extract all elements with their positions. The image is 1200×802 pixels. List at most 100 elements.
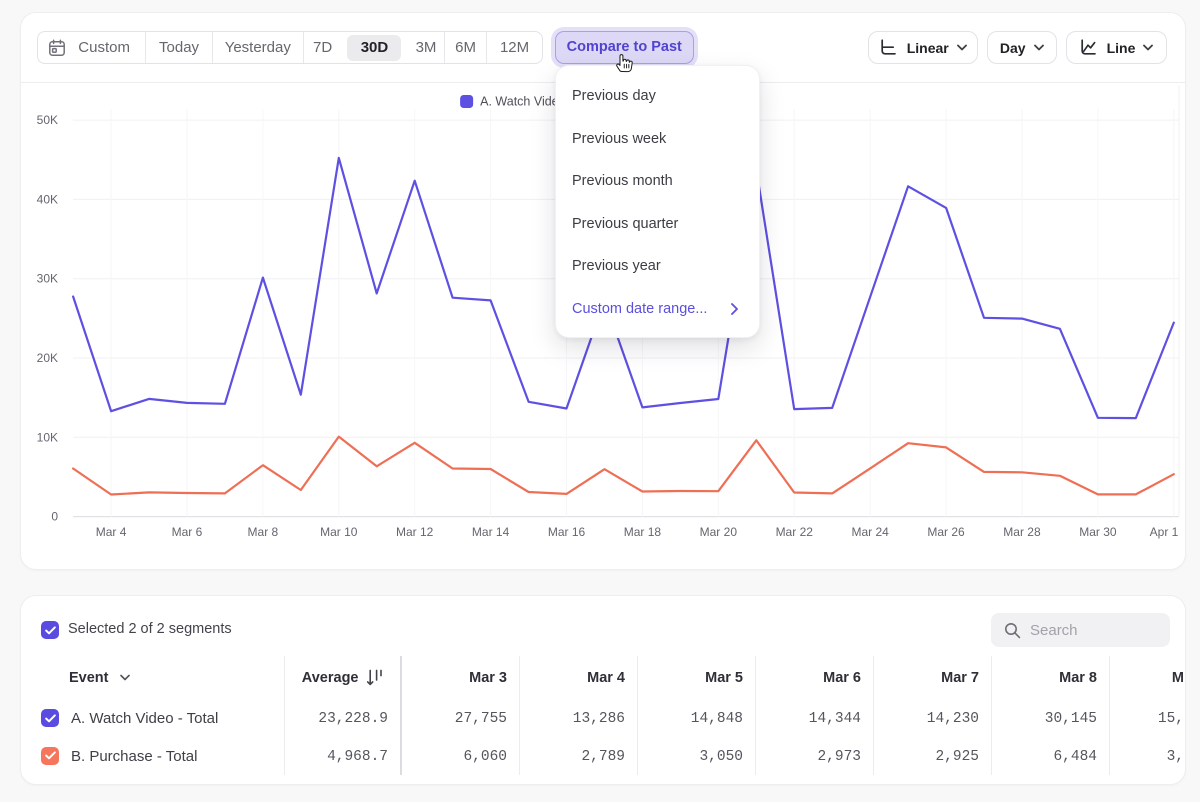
compare-to-past-button[interactable]: Compare to Past <box>555 31 694 64</box>
menu-item-previous-year[interactable]: Previous year <box>556 245 759 288</box>
scale-dropdown-button[interactable]: Linear <box>868 31 978 64</box>
menu-item-previous-quarter[interactable]: Previous quarter <box>556 203 759 246</box>
table-value-clipped: 3, <box>1084 749 1184 765</box>
table-value: 6,484 <box>997 749 1097 765</box>
chevron-down-icon <box>120 674 130 681</box>
menu-item-previous-week[interactable]: Previous week <box>556 118 759 161</box>
compare-to-past-menu: Previous dayPrevious weekPrevious monthP… <box>555 65 760 338</box>
date-range-label: 30D <box>361 39 389 56</box>
x-tick-label: Mar 16 <box>548 525 586 539</box>
x-tick-label: Mar 14 <box>472 525 510 539</box>
date-range-custom[interactable]: Custom <box>38 32 145 63</box>
compare-to-past-label: Compare to Past <box>567 39 682 55</box>
x-tick-label: Apr 1 <box>1150 525 1179 539</box>
interval-dropdown-label: Day <box>1000 40 1026 56</box>
date-range-yesterday[interactable]: Yesterday <box>212 32 303 63</box>
date-column-header: Mar 4 <box>525 670 625 686</box>
y-tick-label: 40K <box>37 192 58 206</box>
linear-scale-icon <box>879 38 898 57</box>
segment-row-label: B. Purchase - Total <box>71 748 197 765</box>
select-all-checkbox[interactable] <box>41 621 59 639</box>
event-header-label: Event <box>69 670 109 686</box>
average-column-header[interactable]: Average <box>221 669 383 687</box>
segment-row-checkbox[interactable] <box>41 709 59 727</box>
column-divider <box>991 656 992 775</box>
chevron-right-icon <box>731 303 738 315</box>
x-tick-label: Mar 6 <box>172 525 203 539</box>
table-value: 14,848 <box>643 711 743 727</box>
y-tick-label: 20K <box>37 351 58 365</box>
chart-type-dropdown-button[interactable]: Line <box>1066 31 1167 64</box>
checkmark-icon <box>45 714 56 723</box>
segment-row-checkbox[interactable] <box>41 747 59 765</box>
y-tick-label: 0 <box>51 510 58 524</box>
x-tick-label: Mar 30 <box>1079 525 1117 539</box>
column-divider <box>637 656 638 775</box>
legend-swatch <box>460 95 473 108</box>
date-range-label: 7D <box>313 39 332 56</box>
table-value: 2,925 <box>879 749 979 765</box>
date-range-label: 12M <box>500 39 529 56</box>
sort-descending-icon <box>366 669 383 687</box>
date-range-today[interactable]: Today <box>145 32 212 63</box>
checkmark-icon <box>45 751 56 760</box>
average-header-label: Average <box>302 670 359 686</box>
menu-item-previous-day[interactable]: Previous day <box>556 75 759 118</box>
table-value: 30,145 <box>997 711 1097 727</box>
table-value: 3,050 <box>643 749 743 765</box>
scale-dropdown-label: Linear <box>907 40 949 56</box>
date-range-7d[interactable]: 7D <box>303 32 342 63</box>
y-tick-label: 10K <box>37 430 58 444</box>
chevron-down-icon <box>1143 44 1153 51</box>
date-range-label: 3M <box>416 39 437 56</box>
x-tick-label: Mar 20 <box>700 525 738 539</box>
event-column-header[interactable]: Event <box>69 670 130 686</box>
column-divider <box>873 656 874 775</box>
table-value: 2,789 <box>525 749 625 765</box>
table-value: 14,344 <box>761 711 861 727</box>
menu-item-previous-month[interactable]: Previous month <box>556 160 759 203</box>
chart-type-dropdown-label: Line <box>1107 40 1136 56</box>
date-column-header: Mar 8 <box>997 670 1097 686</box>
x-tick-label: Mar 4 <box>96 525 127 539</box>
segments-table-card: Selected 2 of 2 segments Event Average Mar… <box>20 595 1186 785</box>
column-divider <box>755 656 756 775</box>
date-range-segmented-control: Custom Today Yesterday 7D 30D 3M 6M 12M <box>37 31 543 64</box>
x-tick-label: Mar 8 <box>248 525 279 539</box>
series-line-b <box>73 437 1174 495</box>
date-range-label: Custom <box>78 39 130 56</box>
date-range-label: Yesterday <box>225 39 291 56</box>
date-range-30d[interactable]: 30D <box>341 32 407 63</box>
average-value: 23,228.9 <box>248 711 388 727</box>
date-column-header: Mar 5 <box>643 670 743 686</box>
date-range-12m[interactable]: 12M <box>486 32 543 63</box>
selected-segments-summary: Selected 2 of 2 segments <box>68 621 232 637</box>
table-value: 14,230 <box>879 711 979 727</box>
table-value: 2,973 <box>761 749 861 765</box>
date-range-6m[interactable]: 6M <box>444 32 485 63</box>
y-tick-label: 30K <box>37 272 58 286</box>
y-tick-label: 50K <box>37 113 58 127</box>
custom-date-range-label: Custom date range... <box>572 301 707 317</box>
search-placeholder[interactable] <box>1030 622 1150 639</box>
search-input[interactable] <box>991 613 1170 647</box>
x-tick-label: Mar 26 <box>927 525 965 539</box>
x-tick-label: Mar 10 <box>320 525 358 539</box>
x-tick-label: Mar 22 <box>776 525 814 539</box>
date-column-header: Mar 3 <box>407 670 507 686</box>
checkmark-icon <box>45 626 56 635</box>
line-chart-icon <box>1079 38 1098 57</box>
interval-dropdown-button[interactable]: Day <box>987 31 1057 64</box>
calendar-icon <box>48 39 66 57</box>
date-range-3m[interactable]: 3M <box>407 32 444 63</box>
chevron-down-icon <box>1034 44 1044 51</box>
chevron-down-icon <box>957 44 967 51</box>
date-range-label: 6M <box>455 39 476 56</box>
date-column-header-clipped: M <box>1084 670 1184 686</box>
table-value: 27,755 <box>407 711 507 727</box>
pinned-column-divider <box>400 656 402 775</box>
x-tick-label: Mar 28 <box>1003 525 1041 539</box>
menu-item-custom-date-range[interactable]: Custom date range... <box>556 288 759 331</box>
table-value: 13,286 <box>525 711 625 727</box>
table-value-clipped: 15, <box>1084 711 1184 727</box>
